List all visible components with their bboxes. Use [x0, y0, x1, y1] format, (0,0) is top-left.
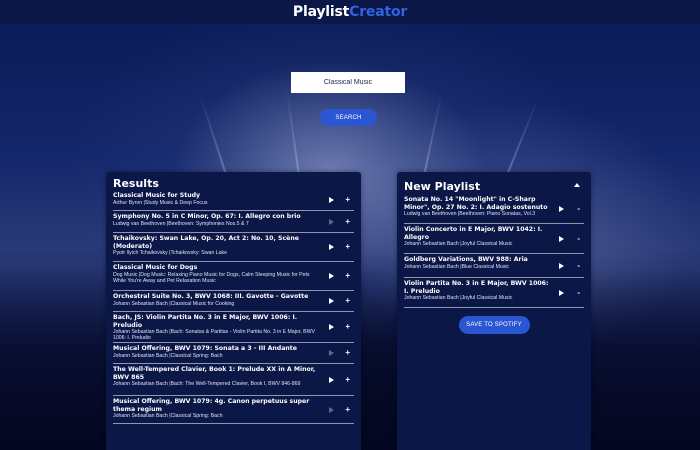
result-item: Musical Offering, BWV 1079: Sonata a 3 -…	[113, 343, 354, 364]
play-icon[interactable]	[329, 218, 334, 225]
play-icon[interactable]	[329, 273, 334, 279]
play-icon[interactable]	[329, 324, 334, 330]
add-button[interactable]: +	[345, 217, 350, 227]
result-item: The Well-Tempered Clavier, Book 1: Prelu…	[113, 364, 354, 396]
add-button[interactable]: +	[345, 348, 350, 358]
playlist-title: New Playlist	[404, 180, 481, 193]
save-to-spotify-button[interactable]: SAVE TO SPOTIFY	[458, 316, 530, 334]
play-icon[interactable]	[559, 235, 564, 242]
add-button[interactable]: +	[345, 242, 350, 252]
track-meta: Johann Sebastian Bach |Blue Classical Mu…	[404, 263, 510, 270]
add-button[interactable]: +	[345, 375, 350, 385]
track-title: Musical Offering, BWV 1079: 4g. Canon pe…	[113, 398, 310, 413]
result-item: Tchaikovsky: Swan Lake, Op. 20, Act 2: N…	[113, 233, 354, 262]
result-item: Orchestral Suite No. 3, BWV 1068: III. G…	[113, 291, 354, 312]
play-icon[interactable]	[559, 289, 564, 296]
track-meta: Johann Sebastian Bach |Bach: The Well-Te…	[113, 381, 301, 387]
track-title: Musical Offering, BWV 1079: Sonata a 3 -…	[113, 345, 297, 352]
search-input[interactable]	[291, 72, 405, 93]
track-title: Classical Music for Study	[113, 192, 201, 199]
track-meta: Ludwig van Beethoven |Beethoven: Piano S…	[404, 211, 536, 217]
track-title: Tchaikovsky: Swan Lake, Op. 20, Act 2: N…	[113, 235, 299, 250]
result-item: Classical Music for Dogs Dog Music |Dog …	[113, 262, 354, 291]
playlist-item: Violin Concerto in E Major, BWV 1042: I.…	[404, 224, 584, 254]
result-item: Bach, JS: Violin Partita No. 3 in E Majo…	[113, 312, 354, 343]
logo[interactable]: PlaylistCreator	[293, 4, 407, 20]
track-meta: Johann Sebastian Bach |Joyful Classical …	[404, 295, 513, 301]
play-icon[interactable]	[329, 298, 334, 304]
track-title: Violin Concerto in E Major, BWV 1042: I.…	[404, 226, 543, 241]
add-button[interactable]: +	[345, 271, 350, 281]
result-item: Symphony No. 5 in C Minor, Op. 67: I. Al…	[113, 211, 354, 233]
play-icon[interactable]	[329, 244, 334, 250]
track-title: Bach, JS: Violin Partita No. 3 in E Majo…	[113, 314, 298, 329]
track-title: Sonata No. 14 "Moonlight" in C-Sharp Min…	[404, 196, 548, 211]
track-meta: Arthur Byron |Study Music & Deep Focus	[113, 199, 208, 206]
result-item: Musical Offering, BWV 1079: 4g. Canon pe…	[113, 396, 354, 424]
play-icon[interactable]	[559, 205, 564, 212]
track-meta: Johann Sebastian Bach |Bach: Sonatas & P…	[113, 329, 315, 341]
track-meta: Johann Sebastian Bach |Classical Music f…	[113, 300, 235, 307]
track-title: The Well-Tempered Clavier, Book 1: Prelu…	[113, 366, 316, 381]
track-title: Orchestral Suite No. 3, BWV 1068: III. G…	[113, 293, 309, 300]
track-meta: Dog Music |Dog Music: Relaxing Piano Mus…	[113, 271, 310, 284]
play-icon[interactable]	[329, 197, 334, 203]
play-icon[interactable]	[329, 350, 334, 356]
playlist-panel: New Playlist Sonata No. 14 "Moonlight" i…	[397, 172, 591, 450]
playlist-item: Sonata No. 14 "Moonlight" in C-Sharp Min…	[404, 194, 584, 224]
chevron-up-icon[interactable]	[574, 183, 580, 187]
track-title: Goldberg Variations, BWV 988: Aria	[404, 256, 528, 263]
play-icon[interactable]	[329, 376, 334, 383]
track-title: Symphony No. 5 in C Minor, Op. 67: I. Al…	[113, 213, 301, 220]
track-meta: Johann Sebastian Bach |Classical Spring:…	[113, 352, 223, 359]
play-icon[interactable]	[559, 262, 564, 269]
track-meta: Johann Sebastian Bach |Joyful Classical …	[404, 241, 513, 247]
remove-button[interactable]: -	[577, 261, 580, 271]
app-header: PlaylistCreator	[0, 0, 700, 24]
track-meta: Johann Sebastian Bach |Classical Spring:…	[113, 413, 223, 419]
track-meta: Ludwig van Beethoven |Beethoven: Symphon…	[113, 220, 249, 227]
results-title: Results	[113, 177, 159, 190]
remove-button[interactable]: -	[577, 234, 580, 244]
playlist-item: Violin Partita No. 3 in E Major, BWV 100…	[404, 278, 584, 308]
add-button[interactable]: +	[345, 405, 350, 415]
results-panel: Results Classical Music for Study Arthur…	[106, 172, 361, 450]
remove-button[interactable]: -	[577, 204, 580, 214]
add-button[interactable]: +	[345, 195, 350, 205]
playlist-item: Goldberg Variations, BWV 988: Aria Johan…	[404, 254, 584, 278]
result-item: Classical Music for Study Arthur Byron |…	[113, 190, 354, 211]
remove-button[interactable]: -	[577, 288, 580, 298]
search-button[interactable]: SEARCH	[320, 109, 377, 126]
track-meta: Pyotr Ilyich Tchaikovsky |Tchaikovsky: S…	[113, 250, 227, 256]
play-icon[interactable]	[329, 406, 334, 413]
add-button[interactable]: +	[345, 322, 350, 332]
track-title: Classical Music for Dogs	[113, 264, 198, 271]
add-button[interactable]: +	[345, 296, 350, 306]
track-title: Violin Partita No. 3 in E Major, BWV 100…	[404, 280, 549, 295]
